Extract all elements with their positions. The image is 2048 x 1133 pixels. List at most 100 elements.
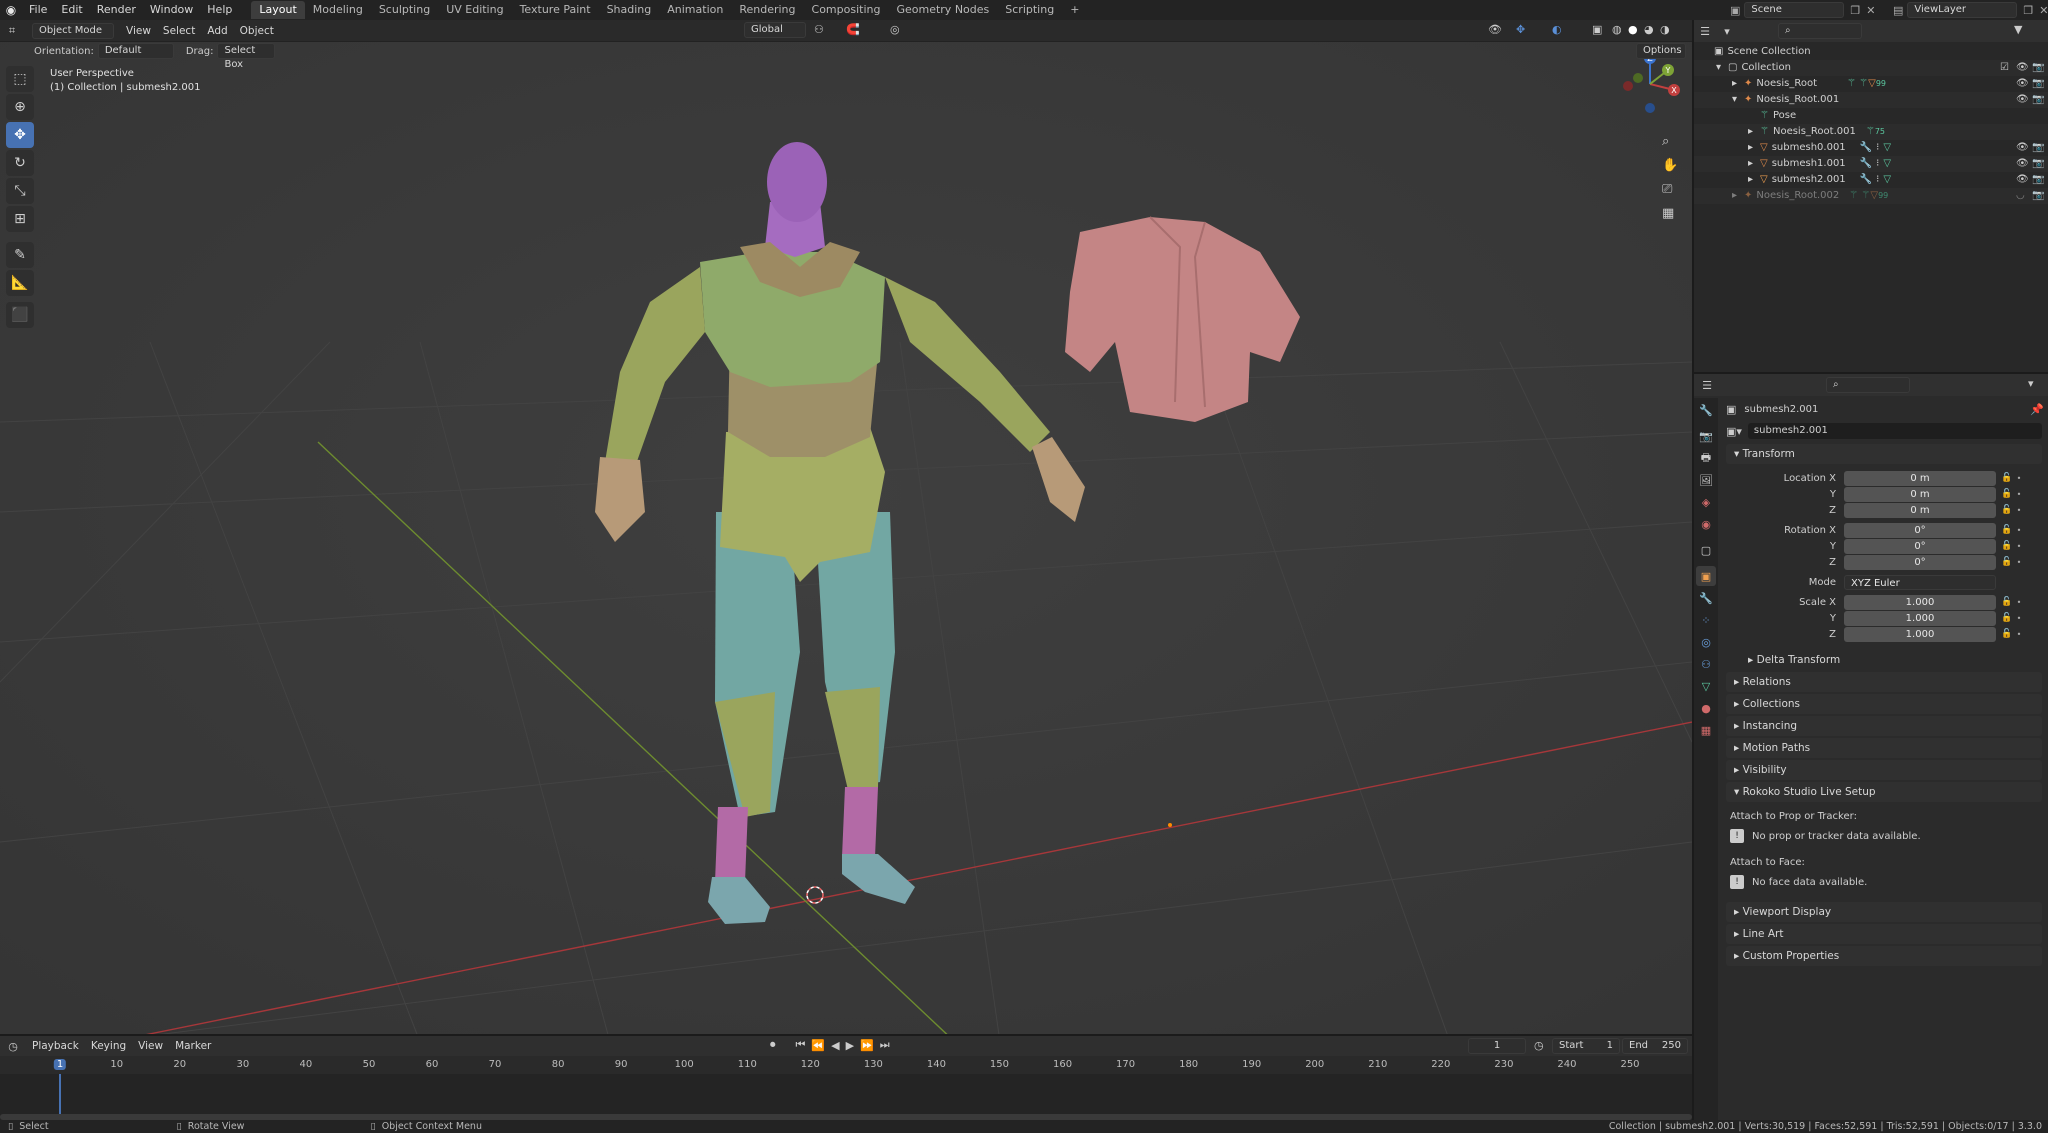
menu-edit[interactable]: Edit [54, 0, 89, 20]
new-scene-icon[interactable]: ❐ [1850, 4, 1860, 17]
keyframe-dot-icon[interactable]: • [2014, 630, 2024, 639]
tab-layout[interactable]: Layout [251, 1, 305, 19]
location-y-field[interactable]: 0 m [1844, 486, 1996, 502]
keyframe-dot-icon[interactable]: • [2014, 506, 2024, 515]
camera-icon[interactable]: 📷 [2032, 140, 2044, 156]
outliner-row-submesh2[interactable]: ▸ ▽ submesh2.001 🔧 ⁝ ▽ 👁 📷 [1694, 172, 2048, 188]
tab-modeling[interactable]: Modeling [305, 1, 371, 19]
viewport-display-panel-header[interactable]: ▸ Viewport Display [1726, 902, 2042, 922]
lock-icon[interactable]: 🔓 [2000, 613, 2014, 623]
display-mode-icon[interactable]: ▾ [1716, 25, 1738, 38]
menu-object[interactable]: Object [234, 20, 280, 42]
lock-icon[interactable]: 🔓 [2000, 629, 2014, 639]
next-keyframe-icon[interactable]: ⏩ [860, 1039, 874, 1052]
modifier-tab-icon[interactable]: 🔧 [1696, 588, 1716, 608]
select-box-tool-icon[interactable]: ⬚ [6, 66, 34, 92]
properties-editor-icon[interactable]: ☰ [1694, 379, 1720, 392]
outliner-row-noesis-root-001[interactable]: ▾ ✦ Noesis_Root.001 👁 📷 [1694, 92, 2048, 108]
keyframe-dot-icon[interactable]: • [2014, 558, 2024, 567]
outliner-row-pose[interactable]: ⚚ Pose [1694, 108, 2048, 124]
outliner-row-submesh0[interactable]: ▸ ▽ submesh0.001 🔧 ⁝ ▽ 👁 📷 [1694, 140, 2048, 156]
motion-paths-panel-header[interactable]: ▸ Motion Paths [1726, 738, 2042, 758]
snap-icon[interactable]: 🧲 [846, 23, 860, 36]
gizmo-toggle-icon[interactable]: ✥ [1516, 23, 1525, 36]
tab-texture-paint[interactable]: Texture Paint [512, 1, 599, 19]
scale-z-field[interactable]: 1.000 [1844, 626, 1996, 642]
rokoko-panel-header[interactable]: ▾ Rokoko Studio Live Setup [1726, 782, 2042, 802]
lock-icon[interactable]: 🔓 [2000, 473, 2014, 483]
shading-material-icon[interactable]: ◕ [1644, 23, 1654, 36]
transform-orientation-dropdown[interactable]: Global [744, 22, 806, 38]
menu-add[interactable]: Add [201, 20, 233, 42]
eye-hidden-icon[interactable]: ◡ [2016, 188, 2025, 204]
menu-help[interactable]: Help [200, 0, 239, 20]
new-view-layer-icon[interactable]: ❐ [2023, 4, 2033, 17]
current-frame-field[interactable]: 1 [1468, 1038, 1526, 1054]
lock-icon[interactable]: 🔓 [2000, 541, 2014, 551]
custom-properties-panel-header[interactable]: ▸ Custom Properties [1726, 946, 2042, 966]
orientation-dropdown[interactable]: Default [97, 43, 174, 59]
rotation-mode-dropdown[interactable]: XYZ Euler [1844, 574, 1996, 590]
texture-tab-icon[interactable]: ▦ [1696, 720, 1716, 740]
camera-view-icon[interactable]: ⎚ [1662, 182, 1678, 206]
shading-wireframe-icon[interactable]: ◍ [1612, 23, 1622, 36]
view-layer-selector[interactable]: ▤ ViewLayer ❐ ✕ [1893, 2, 2048, 18]
expand-arrow-icon[interactable]: ▸ [1748, 172, 1760, 188]
outliner-row-noesis-root[interactable]: ▸ ✦ Noesis_Root ⚚ ⚚ ▽ 99 👁 📷 [1694, 76, 2048, 92]
drag-dropdown[interactable]: Select Box [217, 43, 276, 70]
tab-rendering[interactable]: Rendering [731, 1, 803, 19]
rotation-y-field[interactable]: 0° [1844, 538, 1996, 554]
start-frame-field[interactable]: Start 1 [1552, 1038, 1620, 1054]
eye-icon[interactable]: 👁 [2016, 76, 2029, 92]
scene-name[interactable]: Scene [1744, 2, 1845, 18]
measure-tool-icon[interactable]: 📐 [6, 270, 34, 296]
checkbox-icon[interactable]: ☑ [2000, 60, 2009, 76]
tab-sculpting[interactable]: Sculpting [371, 1, 438, 19]
tool-tab-icon[interactable]: 🔧 [1696, 400, 1716, 420]
particles-tab-icon[interactable]: ⁘ [1696, 610, 1716, 630]
scale-y-field[interactable]: 1.000 [1844, 610, 1996, 626]
menu-view[interactable]: View [120, 20, 157, 42]
view-layer-tab-icon[interactable]: 🖼 [1696, 470, 1716, 490]
scale-x-field[interactable]: 1.000 [1844, 594, 1996, 610]
scale-tool-icon[interactable]: ⤡ [6, 178, 34, 204]
relations-panel-header[interactable]: ▸ Relations [1726, 672, 2042, 692]
visibility-icon[interactable]: 👁 [1488, 23, 1502, 36]
physics-tab-icon[interactable]: ◎ [1696, 632, 1716, 652]
lock-icon[interactable]: 🔓 [2000, 505, 2014, 515]
collection-tab-icon[interactable]: ▢ [1696, 540, 1716, 560]
shading-rendered-icon[interactable]: ◑ [1660, 23, 1670, 36]
view-layer-name[interactable]: ViewLayer [1907, 2, 2018, 18]
camera-icon[interactable]: 📷 [2032, 188, 2044, 204]
material-tab-icon[interactable]: ● [1696, 698, 1716, 718]
lock-icon[interactable]: 🔓 [2000, 557, 2014, 567]
navigation-gizmo[interactable]: Z X Y [1618, 50, 1682, 114]
outliner-editor-icon[interactable]: ☰ [1694, 25, 1716, 38]
object-tab-icon[interactable]: ▣ [1696, 566, 1716, 586]
properties-search-input[interactable]: ⌕ [1826, 377, 1910, 393]
expand-arrow-icon[interactable]: ▸ [1748, 140, 1760, 156]
jump-start-icon[interactable]: ⏮ [796, 1038, 806, 1052]
tab-shading[interactable]: Shading [599, 1, 660, 19]
location-x-field[interactable]: 0 m [1844, 470, 1996, 486]
rotation-x-field[interactable]: 0° [1844, 522, 1996, 538]
keyframe-dot-icon[interactable]: • [2014, 598, 2024, 607]
cursor-tool-icon[interactable]: ⊕ [6, 94, 34, 120]
expand-arrow-icon[interactable]: ▸ [1732, 188, 1744, 204]
object-name-field[interactable]: submesh2.001 [1747, 423, 2042, 439]
menu-timeline-view[interactable]: View [132, 1036, 169, 1056]
annotate-tool-icon[interactable]: ✎ [6, 242, 34, 268]
expand-arrow-icon[interactable]: ▸ [1732, 76, 1744, 92]
transform-panel-header[interactable]: ▾ Transform [1726, 444, 2042, 464]
options-dropdown[interactable]: Options [1636, 43, 1686, 59]
collections-panel-header[interactable]: ▸ Collections [1726, 694, 2042, 714]
camera-icon[interactable]: 📷 [2032, 60, 2044, 76]
camera-icon[interactable]: 📷 [2032, 76, 2044, 92]
camera-icon[interactable]: 📷 [2032, 92, 2044, 108]
tab-scripting[interactable]: Scripting [997, 1, 1062, 19]
editor-type-icon[interactable]: ⌗ [0, 24, 24, 38]
prev-keyframe-icon[interactable]: ⏪ [811, 1039, 825, 1052]
jump-end-icon[interactable]: ⏭ [880, 1038, 890, 1052]
filter-icon[interactable]: ▼ [2014, 23, 2022, 36]
lock-icon[interactable]: 🔓 [2000, 489, 2014, 499]
